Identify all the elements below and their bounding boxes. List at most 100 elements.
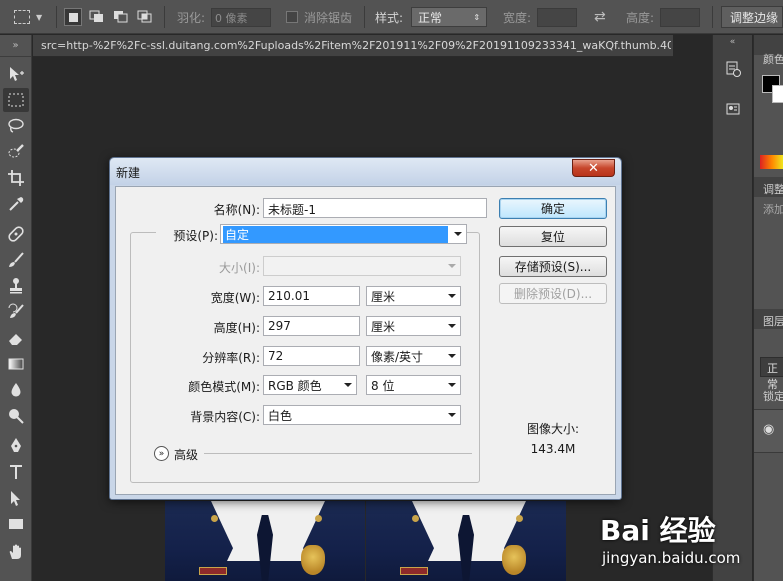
close-icon: ✕ xyxy=(588,160,599,176)
resolution-unit-value: 像素/英寸 xyxy=(371,349,424,364)
color-ramp[interactable] xyxy=(760,155,783,169)
preset-select-value: 自定 xyxy=(223,225,448,243)
feather-label: 羽化: xyxy=(177,10,206,25)
name-input[interactable]: 未标题-1 xyxy=(263,198,487,218)
marquee-preset-picker[interactable]: ▼ xyxy=(14,0,42,34)
style-select[interactable]: 正常 ⇕ xyxy=(411,7,488,27)
move-tool-icon[interactable] xyxy=(3,62,29,86)
history-panel-icon[interactable] xyxy=(723,59,743,79)
dialog-titlebar[interactable]: 新建 ✕ xyxy=(110,158,621,185)
lasso-tool-icon[interactable] xyxy=(3,114,29,138)
watermark-logo: Bai 经验 xyxy=(600,514,716,547)
collapse-dock-icon[interactable]: « xyxy=(713,35,752,49)
gradient-tool-icon[interactable] xyxy=(3,352,29,376)
right-panels: 颜色 调整 添加 图层 正常 锁定 ◉ xyxy=(753,35,783,581)
dodge-tool-icon[interactable] xyxy=(3,404,29,428)
advanced-toggle-icon[interactable]: » xyxy=(154,446,169,461)
feather-input[interactable]: 0 像素 xyxy=(211,7,272,27)
image-size-label: 图像大小: xyxy=(526,422,580,436)
pen-tool-icon[interactable] xyxy=(3,434,29,458)
document-image-left xyxy=(165,501,365,581)
new-document-dialog: 新建 ✕ 名称(N): 未标题-1 预设(P): 自定 大小(I): 宽度(W)… xyxy=(109,157,622,500)
height-label: 高度(H): xyxy=(213,321,260,335)
document-tab-title: src=http-%2F%2Fc-ssl.duitang.com%2Fuploa… xyxy=(41,39,671,52)
close-button[interactable]: ✕ xyxy=(572,159,615,177)
eye-icon[interactable]: ◉ xyxy=(763,422,774,437)
name-label: 名称(N): xyxy=(213,203,260,217)
chevron-down-icon xyxy=(448,383,456,387)
width-unit-select[interactable]: 厘米 xyxy=(366,286,461,306)
layers-panel-tab[interactable]: 图层 xyxy=(763,313,783,329)
ok-button[interactable]: 确定 xyxy=(499,198,607,219)
save-preset-button[interactable]: 存储预设(S)... xyxy=(499,256,607,277)
resolution-input[interactable]: 72 xyxy=(263,346,360,366)
color-panel-tab[interactable]: 颜色 xyxy=(763,51,783,67)
lock-label: 锁定 xyxy=(763,390,783,403)
reset-button[interactable]: 复位 xyxy=(499,226,607,247)
antialias-checkbox[interactable]: 消除锯齿 xyxy=(286,0,352,34)
bit-depth-select[interactable]: 8 位 xyxy=(366,375,461,395)
chevron-down-icon xyxy=(448,413,456,417)
eyedropper-tool-icon[interactable] xyxy=(3,192,29,216)
rect-marquee-tool-icon[interactable] xyxy=(3,88,29,112)
dialog-body: 名称(N): 未标题-1 预设(P): 自定 大小(I): 宽度(W): 210… xyxy=(115,186,616,495)
intersect-selection-mode-button[interactable] xyxy=(136,0,154,34)
width-input[interactable]: 210.01 xyxy=(263,286,360,306)
updown-icon: ⇕ xyxy=(473,12,481,22)
color-mode-value: RGB 颜色 xyxy=(268,378,322,393)
tools-panel: » xyxy=(0,35,32,581)
delete-preset-button[interactable]: 删除预设(D)... xyxy=(499,283,607,304)
resolution-unit-select[interactable]: 像素/英寸 xyxy=(366,346,461,366)
path-selection-tool-icon[interactable] xyxy=(3,486,29,510)
eraser-tool-icon[interactable] xyxy=(3,326,29,350)
add-selection-icon xyxy=(88,8,106,26)
adjustments-panel-tab[interactable]: 调整 xyxy=(763,181,783,197)
height-unit-select[interactable]: 厘米 xyxy=(366,316,461,336)
document-tab[interactable]: src=http-%2F%2Fc-ssl.duitang.com%2Fuploa… xyxy=(33,35,673,57)
brush-tool-icon[interactable] xyxy=(3,248,29,272)
height-unit-value: 厘米 xyxy=(371,319,396,334)
clone-stamp-tool-icon[interactable] xyxy=(3,274,29,298)
bit-depth-value: 8 位 xyxy=(371,378,395,393)
police-badge-icon xyxy=(301,545,325,575)
rect-marquee-icon xyxy=(14,10,30,24)
document-image-right xyxy=(366,501,566,581)
advanced-label[interactable]: 高级 xyxy=(174,446,198,463)
blur-tool-icon[interactable] xyxy=(3,378,29,402)
subtract-selection-mode-button[interactable] xyxy=(112,0,130,34)
preset-select[interactable]: 自定 xyxy=(220,224,467,244)
blend-mode-select[interactable]: 正常 xyxy=(760,357,783,391)
healing-brush-tool-icon[interactable] xyxy=(3,222,29,246)
chevron-down-icon xyxy=(448,264,456,268)
size-label: 大小(I): xyxy=(219,261,260,275)
new-selection-mode-button[interactable] xyxy=(64,0,82,34)
hand-tool-icon[interactable] xyxy=(3,540,29,564)
quick-selection-tool-icon[interactable] xyxy=(3,140,29,164)
width-input[interactable] xyxy=(537,7,578,27)
swap-width-height-icon[interactable]: ⇄ xyxy=(594,0,606,34)
height-input[interactable]: 297 xyxy=(263,316,360,336)
collapse-toolbar-icon[interactable]: » xyxy=(0,35,31,57)
chevron-down-icon xyxy=(448,354,456,358)
properties-panel-icon[interactable] xyxy=(723,99,743,119)
antialias-check[interactable] xyxy=(286,11,298,23)
rectangle-tool-icon[interactable] xyxy=(3,512,29,536)
color-mode-label: 颜色模式(M): xyxy=(188,380,260,394)
chevron-down-icon: ▼ xyxy=(36,12,43,22)
history-brush-tool-icon[interactable] xyxy=(3,300,29,324)
dialog-title: 新建 xyxy=(116,166,141,180)
type-tool-icon[interactable] xyxy=(3,460,29,484)
color-mode-select[interactable]: RGB 颜色 xyxy=(263,375,357,395)
height-input[interactable] xyxy=(660,7,701,27)
crop-tool-icon[interactable] xyxy=(3,166,29,190)
size-select[interactable] xyxy=(263,256,461,276)
subtract-selection-icon xyxy=(112,8,130,26)
add-selection-mode-button[interactable] xyxy=(88,0,106,34)
background-color-swatch[interactable] xyxy=(772,85,783,103)
refine-edge-button[interactable]: 调整边缘 xyxy=(721,6,783,28)
layer-row[interactable]: ◉ xyxy=(754,409,783,453)
background-select[interactable]: 白色 xyxy=(263,405,461,425)
height-label: 高度: xyxy=(626,10,655,25)
style-label: 样式: xyxy=(375,10,404,25)
width-label: 宽度(W): xyxy=(210,291,260,305)
